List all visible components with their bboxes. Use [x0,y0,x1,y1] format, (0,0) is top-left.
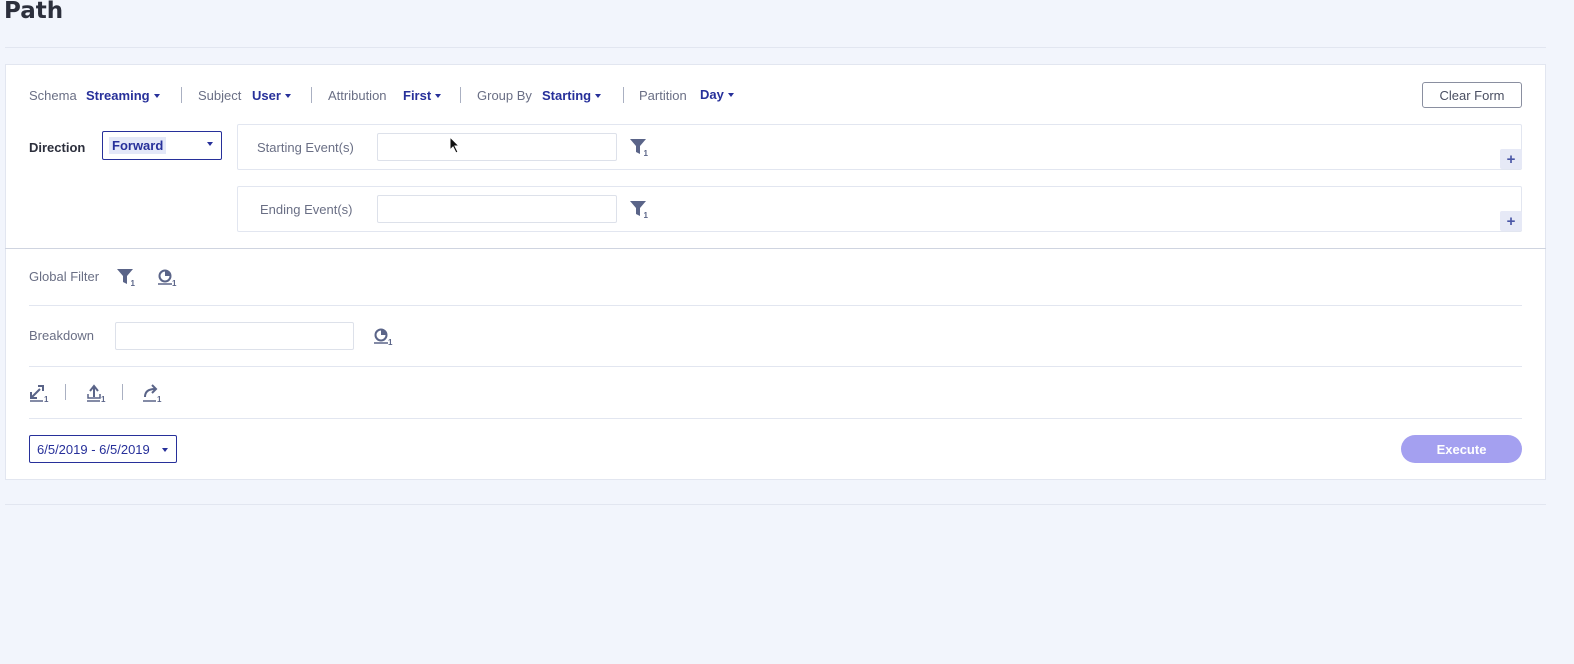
share-icon[interactable]: 1 [142,383,164,403]
option-count: 1 [157,395,162,403]
segment-icon[interactable]: 1 [373,326,395,346]
divider [29,366,1522,367]
separator [181,87,182,103]
caret-down-icon [153,93,160,98]
filter-count: 1 [644,149,649,157]
caret-down-icon [207,142,213,146]
segment-count: 1 [172,279,177,287]
attribution-label: Attribution [328,88,387,103]
option-count: 1 [44,395,49,403]
groupby-dropdown[interactable]: Starting [542,88,602,103]
ending-events-input[interactable] [377,195,617,223]
subject-value: User [252,88,281,103]
section-divider [5,248,1546,249]
groupby-value: Starting [542,88,592,103]
ending-events-row: Ending Event(s) 1 + [237,186,1522,232]
breakdown-input[interactable] [115,322,354,350]
direction-value: Forward [109,137,167,154]
caret-down-icon [595,93,602,98]
filter-count: 1 [131,279,136,287]
partition-label: Partition [639,88,687,103]
schema-dropdown[interactable]: Streaming [86,88,160,103]
ending-events-label: Ending Event(s) [260,202,353,217]
attribution-dropdown[interactable]: First [403,88,442,103]
clear-form-button[interactable]: Clear Form [1422,82,1522,108]
divider [29,305,1522,306]
breakdown-label: Breakdown [29,328,95,343]
starting-events-label: Starting Event(s) [257,140,354,155]
subject-label: Subject [198,88,242,103]
path-query-card: Schema Streaming Subject User Attributio… [5,64,1546,480]
filter-icon[interactable]: 1 [629,199,651,219]
divider [5,47,1546,48]
separator [122,384,123,400]
separator [460,87,461,103]
separator [311,87,312,103]
upload-icon[interactable]: 1 [86,383,108,403]
separator [65,384,66,400]
divider [5,504,1546,505]
segment-count: 1 [388,338,393,346]
date-range-value: 6/5/2019 - 6/5/2019 [37,441,150,457]
caret-down-icon [727,92,734,97]
option-count: 1 [101,395,106,403]
starting-events-input[interactable] [377,133,617,161]
add-ending-event-button[interactable]: + [1500,211,1522,231]
groupby-label: Group By [477,88,532,103]
partition-dropdown[interactable]: Day [700,87,734,102]
filter-icon[interactable]: 1 [116,267,138,287]
filter-count: 1 [644,211,649,219]
execute-button[interactable]: Execute [1401,435,1522,463]
schema-value: Streaming [86,88,150,103]
divider [29,418,1522,419]
expand-icon[interactable]: 1 [29,383,51,403]
starting-events-row: Starting Event(s) 1 + [237,124,1522,170]
caret-down-icon [284,93,291,98]
segment-icon[interactable]: 1 [157,267,179,287]
global-filter-label: Global Filter [29,269,100,284]
direction-select[interactable]: Forward [102,131,222,160]
partition-value: Day [700,87,724,102]
subject-dropdown[interactable]: User [252,88,291,103]
page-title: Path [4,0,64,24]
direction-label: Direction [29,140,86,155]
caret-down-icon [162,448,168,452]
date-range-picker[interactable]: 6/5/2019 - 6/5/2019 [29,435,177,463]
cursor-icon [449,136,461,154]
filter-icon[interactable]: 1 [629,137,651,157]
separator [623,87,624,103]
add-starting-event-button[interactable]: + [1500,149,1522,169]
attribution-value: First [403,88,432,103]
schema-label: Schema [29,88,77,103]
caret-down-icon [435,93,442,98]
